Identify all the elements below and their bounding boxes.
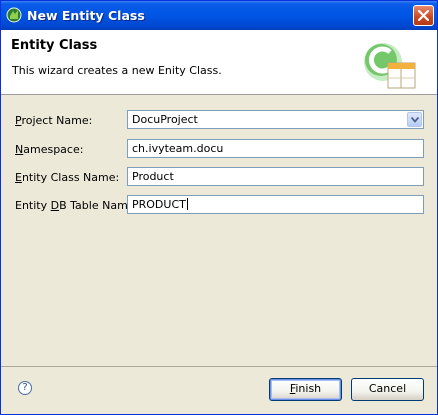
chevron-down-icon (411, 117, 419, 123)
window-title: New Entity Class (27, 8, 145, 23)
namespace-value: ch.ivyteam.docu (132, 142, 224, 155)
cancel-button[interactable]: Cancel (351, 378, 424, 401)
entity-class-name-label: Entity Class Name: (15, 171, 120, 184)
wizard-header: Entity Class This wizard creates a new E… (1, 30, 437, 95)
entity-class-name-value: Product (132, 170, 174, 183)
text-cursor (186, 198, 188, 210)
footer-divider (1, 366, 437, 367)
finish-button[interactable]: Finish (269, 378, 342, 401)
close-icon (418, 10, 429, 21)
dropdown-button[interactable] (407, 112, 422, 127)
wizard-dialog: New Entity Class Entity Class This wizar… (0, 0, 438, 415)
project-name-label: Project Name: (15, 114, 93, 127)
namespace-label: Namespace: (15, 143, 84, 156)
app-icon (6, 7, 22, 23)
namespace-field[interactable]: ch.ivyteam.docu (127, 139, 424, 158)
page-description: This wizard creates a new Enity Class. (12, 64, 222, 77)
project-name-value: DocuProject (132, 113, 198, 126)
entity-db-table-name-field[interactable]: PRODUCT (127, 195, 424, 214)
title-bar[interactable]: New Entity Class (1, 1, 437, 30)
entity-db-table-name-label: Entity DB Table Name: (15, 199, 139, 212)
project-name-select[interactable]: DocuProject (127, 110, 424, 129)
page-title: Entity Class (11, 38, 98, 53)
close-button[interactable] (413, 5, 434, 26)
help-icon[interactable]: ? (18, 381, 32, 395)
entity-class-name-field[interactable]: Product (127, 167, 424, 186)
entity-class-wizard-icon (364, 43, 416, 89)
entity-db-table-name-value: PRODUCT (132, 198, 186, 211)
